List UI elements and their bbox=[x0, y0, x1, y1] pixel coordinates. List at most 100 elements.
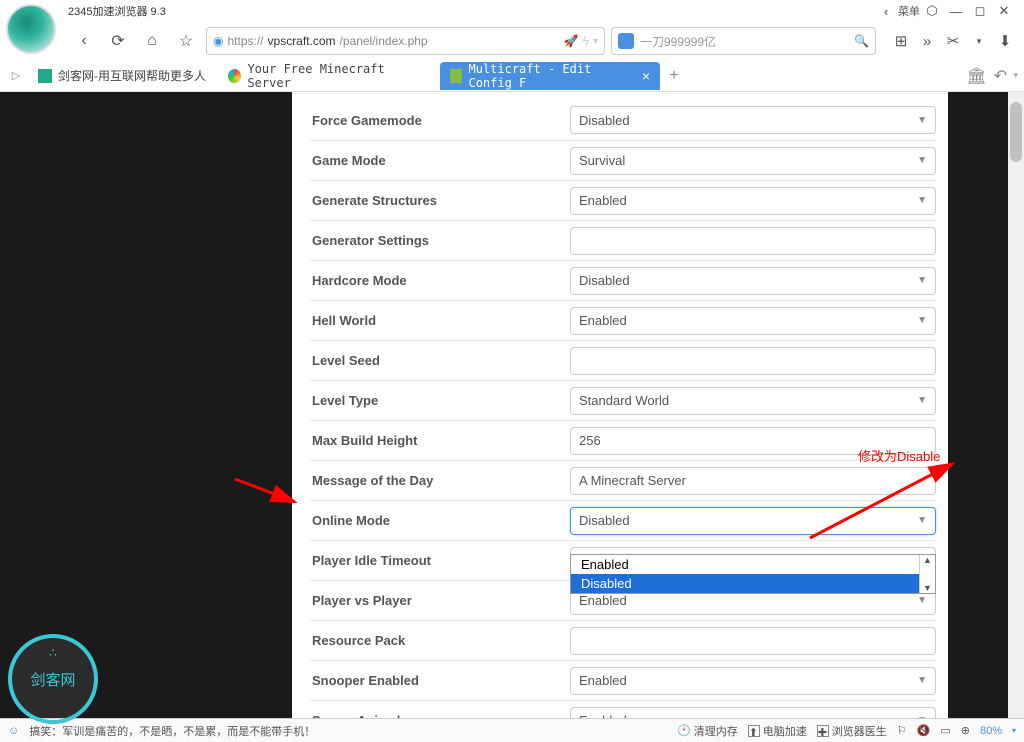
form-row-2: Generate StructuresEnabled▼ bbox=[310, 180, 936, 220]
form-label: Resource Pack bbox=[310, 633, 570, 648]
zoom-level[interactable]: 80% bbox=[980, 725, 1002, 737]
form-row-3: Generator Settings bbox=[310, 220, 936, 260]
main-panel: Force GamemodeDisabled▼Game ModeSurvival… bbox=[292, 92, 948, 718]
status-speed[interactable]: ⬆电脑加速 bbox=[748, 723, 807, 739]
form-label: Max Build Height bbox=[310, 433, 570, 448]
smile-icon[interactable]: ☺ bbox=[8, 725, 19, 737]
joke-text: 搞笑：军训是痛苦的，不是晒，不是累，而是不能带手机！ bbox=[29, 723, 315, 739]
favicon-2 bbox=[228, 69, 241, 83]
tabbar: ▷ 剑客网-用互联网帮助更多人 Your Free Minecraft Serv… bbox=[0, 60, 1024, 92]
back-button[interactable]: ‹ bbox=[70, 27, 98, 55]
form-label: Level Seed bbox=[310, 353, 570, 368]
favicon-1 bbox=[38, 69, 52, 83]
favorite-button[interactable]: ☆ bbox=[172, 27, 200, 55]
input-generator-settings[interactable] bbox=[570, 227, 936, 255]
form-row-5: Hell WorldEnabled▼ bbox=[310, 300, 936, 340]
tab-expand-icon[interactable]: ▷ bbox=[6, 69, 26, 82]
select-hardcore-mode[interactable]: Disabled▼ bbox=[570, 267, 936, 295]
skin-icon[interactable]: ⬡ bbox=[920, 3, 944, 19]
menu-button[interactable]: 菜单 bbox=[898, 3, 920, 19]
close-window-icon[interactable]: ✕ bbox=[992, 3, 1016, 19]
scissors-icon[interactable]: ✂ bbox=[942, 30, 964, 52]
watermark: ∴ 剑客网 bbox=[8, 634, 98, 724]
scroll-thumb[interactable] bbox=[1010, 102, 1022, 162]
form-label: Generate Structures bbox=[310, 193, 570, 208]
form-row-10: Online ModeDisabled▼ bbox=[310, 500, 936, 540]
form-label: Hardcore Mode bbox=[310, 273, 570, 288]
home-button[interactable]: ⌂ bbox=[138, 27, 166, 55]
select-online-mode[interactable]: Disabled▼ bbox=[570, 507, 936, 535]
flag-icon[interactable]: ⚐ bbox=[897, 724, 907, 737]
content-area: Force GamemodeDisabled▼Game ModeSurvival… bbox=[0, 92, 1024, 718]
form-label: Snooper Enabled bbox=[310, 673, 570, 688]
form-label: Player Idle Timeout bbox=[310, 553, 570, 568]
close-tab-icon[interactable]: × bbox=[642, 68, 650, 84]
form-row-0: Force GamemodeDisabled▼ bbox=[310, 100, 936, 140]
flash-icon[interactable]: ϟ bbox=[583, 34, 589, 48]
form-label: Level Type bbox=[310, 393, 570, 408]
form-label: Generator Settings bbox=[310, 233, 570, 248]
dropdown-scroll[interactable]: ▲▼ bbox=[919, 555, 935, 593]
undo-icon[interactable]: ↶ bbox=[989, 66, 1011, 86]
dropdown-option-disabled[interactable]: Disabled bbox=[571, 574, 919, 593]
form-row-13: Resource Pack bbox=[310, 620, 936, 660]
tab-2[interactable]: Your Free Minecraft Server bbox=[218, 62, 438, 90]
shield-icon: ◉ bbox=[213, 34, 223, 48]
sound-icon[interactable]: 🔇 bbox=[917, 724, 931, 737]
toolbar: ‹ ⟳ ⌂ ☆ ◉ https://vpscraft.com/panel/ind… bbox=[0, 22, 1024, 60]
annotation-text: 修改为Disable bbox=[858, 446, 940, 465]
dropdown-icon[interactable]: ▾ bbox=[593, 36, 598, 47]
select-hell-world[interactable]: Enabled▼ bbox=[570, 307, 936, 335]
form-label: Hell World bbox=[310, 313, 570, 328]
search-input[interactable]: 一刀999999亿 🔍 bbox=[611, 27, 876, 55]
form-label: Message of the Day bbox=[310, 473, 570, 488]
form-row-14: Snooper EnabledEnabled▼ bbox=[310, 660, 936, 700]
form-row-6: Level Seed bbox=[310, 340, 936, 380]
form-row-9: Message of the DayA Minecraft Server bbox=[310, 460, 936, 500]
tab-1[interactable]: 剑客网-用互联网帮助更多人 bbox=[28, 62, 216, 90]
scrollbar[interactable] bbox=[1008, 92, 1024, 718]
rocket-icon[interactable]: 🚀 bbox=[564, 34, 579, 48]
form-label: Force Gamemode bbox=[310, 113, 570, 128]
user-avatar[interactable] bbox=[6, 4, 56, 54]
tab-3[interactable]: Multicraft - Edit Config F × bbox=[440, 62, 660, 90]
favicon-3 bbox=[450, 69, 462, 83]
form-row-8: Max Build Height256 bbox=[310, 420, 936, 460]
select-force-gamemode[interactable]: Disabled▼ bbox=[570, 106, 936, 134]
new-tab-button[interactable]: + bbox=[662, 67, 686, 85]
dark-panel-right bbox=[948, 92, 1008, 718]
select-level-type[interactable]: Standard World▼ bbox=[570, 387, 936, 415]
select-snooper-enabled[interactable]: Enabled▼ bbox=[570, 667, 936, 695]
reload-button[interactable]: ⟳ bbox=[104, 27, 132, 55]
form-label: Online Mode bbox=[310, 513, 570, 528]
input-resource-pack[interactable] bbox=[570, 627, 936, 655]
status-doctor[interactable]: ✚浏览器医生 bbox=[817, 723, 887, 739]
monitor-icon[interactable]: ▭ bbox=[940, 724, 950, 737]
online-mode-dropdown[interactable]: EnabledDisabled▲▼ bbox=[570, 554, 936, 594]
zoom-out-icon[interactable]: ⊕ bbox=[961, 724, 970, 737]
apps-icon[interactable]: ⊞ bbox=[890, 30, 912, 52]
select-generate-structures[interactable]: Enabled▼ bbox=[570, 187, 936, 215]
search-engine-icon bbox=[618, 33, 634, 49]
form-label: Player vs Player bbox=[310, 593, 570, 608]
back-small-icon[interactable]: ‹ bbox=[874, 4, 898, 19]
url-input[interactable]: ◉ https://vpscraft.com/panel/index.php 🚀… bbox=[206, 27, 605, 55]
select-game-mode[interactable]: Survival▼ bbox=[570, 147, 936, 175]
form-row-4: Hardcore ModeDisabled▼ bbox=[310, 260, 936, 300]
more-icon[interactable]: » bbox=[916, 30, 938, 52]
expand-icon[interactable]: ▾ bbox=[968, 30, 990, 52]
titlebar: 2345加速浏览器 9.3 ‹ 菜单 ⬡ — ◻ ✕ bbox=[0, 0, 1024, 22]
minimize-icon[interactable]: — bbox=[944, 4, 968, 19]
statusbar: ☺ 搞笑：军训是痛苦的，不是晒，不是累，而是不能带手机！ 🕐清理内存 ⬆电脑加速… bbox=[0, 718, 1024, 742]
maximize-icon[interactable]: ◻ bbox=[968, 3, 992, 19]
search-icon[interactable]: 🔍 bbox=[854, 34, 869, 48]
status-clean[interactable]: 🕐清理内存 bbox=[677, 723, 738, 739]
dropdown-option-enabled[interactable]: Enabled bbox=[571, 555, 919, 574]
form-row-1: Game ModeSurvival▼ bbox=[310, 140, 936, 180]
download-icon[interactable]: ⬇ bbox=[994, 30, 1016, 52]
form-row-7: Level TypeStandard World▼ bbox=[310, 380, 936, 420]
input-level-seed[interactable] bbox=[570, 347, 936, 375]
input-message-of-the-day[interactable]: A Minecraft Server bbox=[570, 467, 936, 495]
restore-icon[interactable]: 🏛 bbox=[965, 66, 987, 86]
left-edge bbox=[0, 92, 12, 718]
